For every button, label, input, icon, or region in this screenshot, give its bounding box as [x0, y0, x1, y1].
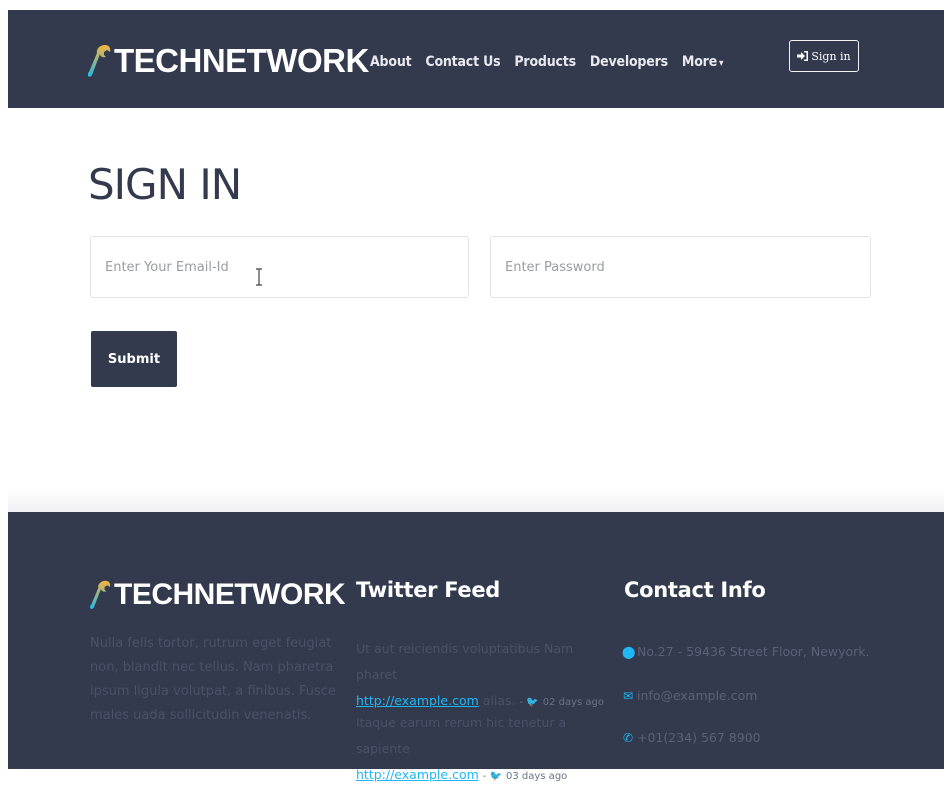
footer: TECHNETWORK Nulla felis tortor, rutrum e… [8, 512, 944, 782]
brand-logo[interactable]: TECHNETWORK [88, 42, 369, 80]
footer-brand-logo[interactable]: TECHNETWORK [90, 578, 346, 612]
navbar: TECHNETWORK About Contact Us Products De… [8, 10, 944, 108]
contact-phone[interactable]: ✆ +01(234) 567 8900 [622, 730, 761, 745]
contact-email-text: info@example.com [637, 688, 758, 703]
tweet-after-link: alias. [478, 693, 516, 708]
sign-in-label: Sign in [811, 49, 851, 63]
nav-about[interactable]: About [370, 54, 412, 70]
chevron-down-icon: ▾ [719, 58, 724, 69]
twitter-bird-icon: 🐦 [526, 697, 539, 708]
section-divider [8, 488, 944, 512]
email-input[interactable] [90, 236, 469, 298]
tweet-separator: - [482, 771, 490, 782]
contact-info-title: Contact Info [624, 578, 766, 602]
envelope-icon: ✉ [622, 688, 634, 703]
password-input[interactable] [490, 236, 871, 298]
brand-name: TECHNETWORK [114, 42, 369, 79]
nav-more[interactable]: More ▾ [681, 54, 724, 70]
wrench-icon [88, 45, 111, 77]
map-marker-icon: ⬤ [622, 644, 636, 659]
sign-in-button[interactable]: Sign in [789, 40, 859, 72]
tweet-text: Ut aut reiciendis voluptatibus Nam phare… [356, 641, 574, 682]
twitter-feed-title: Twitter Feed [356, 578, 501, 602]
footer-brand-name: TECHNETWORK [114, 578, 346, 611]
tweet-time: 03 days ago [506, 771, 568, 782]
nav-products[interactable]: Products [514, 54, 576, 70]
wrench-icon [90, 580, 111, 609]
tweet-time: 02 days ago [542, 697, 605, 708]
main-nav: About Contact Us Products Developers Mor… [370, 54, 724, 70]
contact-address-text: No.27 - 59436 Street Floor, Newyork. [637, 644, 870, 659]
contact-phone-text: +01(234) 567 8900 [637, 730, 761, 745]
contact-address: ⬤ No.27 - 59436 Street Floor, Newyork. [622, 644, 870, 659]
nav-developers[interactable]: Developers [590, 54, 668, 70]
footer-about-text: Nulla felis tortor, rutrum eget feugiat … [90, 636, 336, 723]
sign-in-icon [797, 51, 809, 61]
page-title: SIGN IN [88, 160, 242, 209]
text-cursor-icon [256, 268, 262, 286]
tweet-text: Itaque earum rerum hic tenetur a sapient… [356, 715, 567, 756]
twitter-bird-icon: 🐦 [489, 771, 503, 782]
window-top-strip [0, 0, 948, 10]
tweet-link[interactable]: http://example.com [356, 767, 479, 782]
phone-icon: ✆ [622, 730, 634, 745]
contact-email[interactable]: ✉ info@example.com [622, 688, 757, 703]
tweet-item: Itaque earum rerum hic tenetur a sapient… [356, 710, 606, 790]
tweet-link[interactable]: http://example.com [356, 693, 479, 708]
nav-more-label: More [681, 54, 718, 70]
nav-contact-us[interactable]: Contact Us [425, 54, 500, 70]
submit-button[interactable]: Submit [91, 331, 177, 387]
tweet-item: Ut aut reiciendis voluptatibus Nam phare… [356, 636, 606, 716]
